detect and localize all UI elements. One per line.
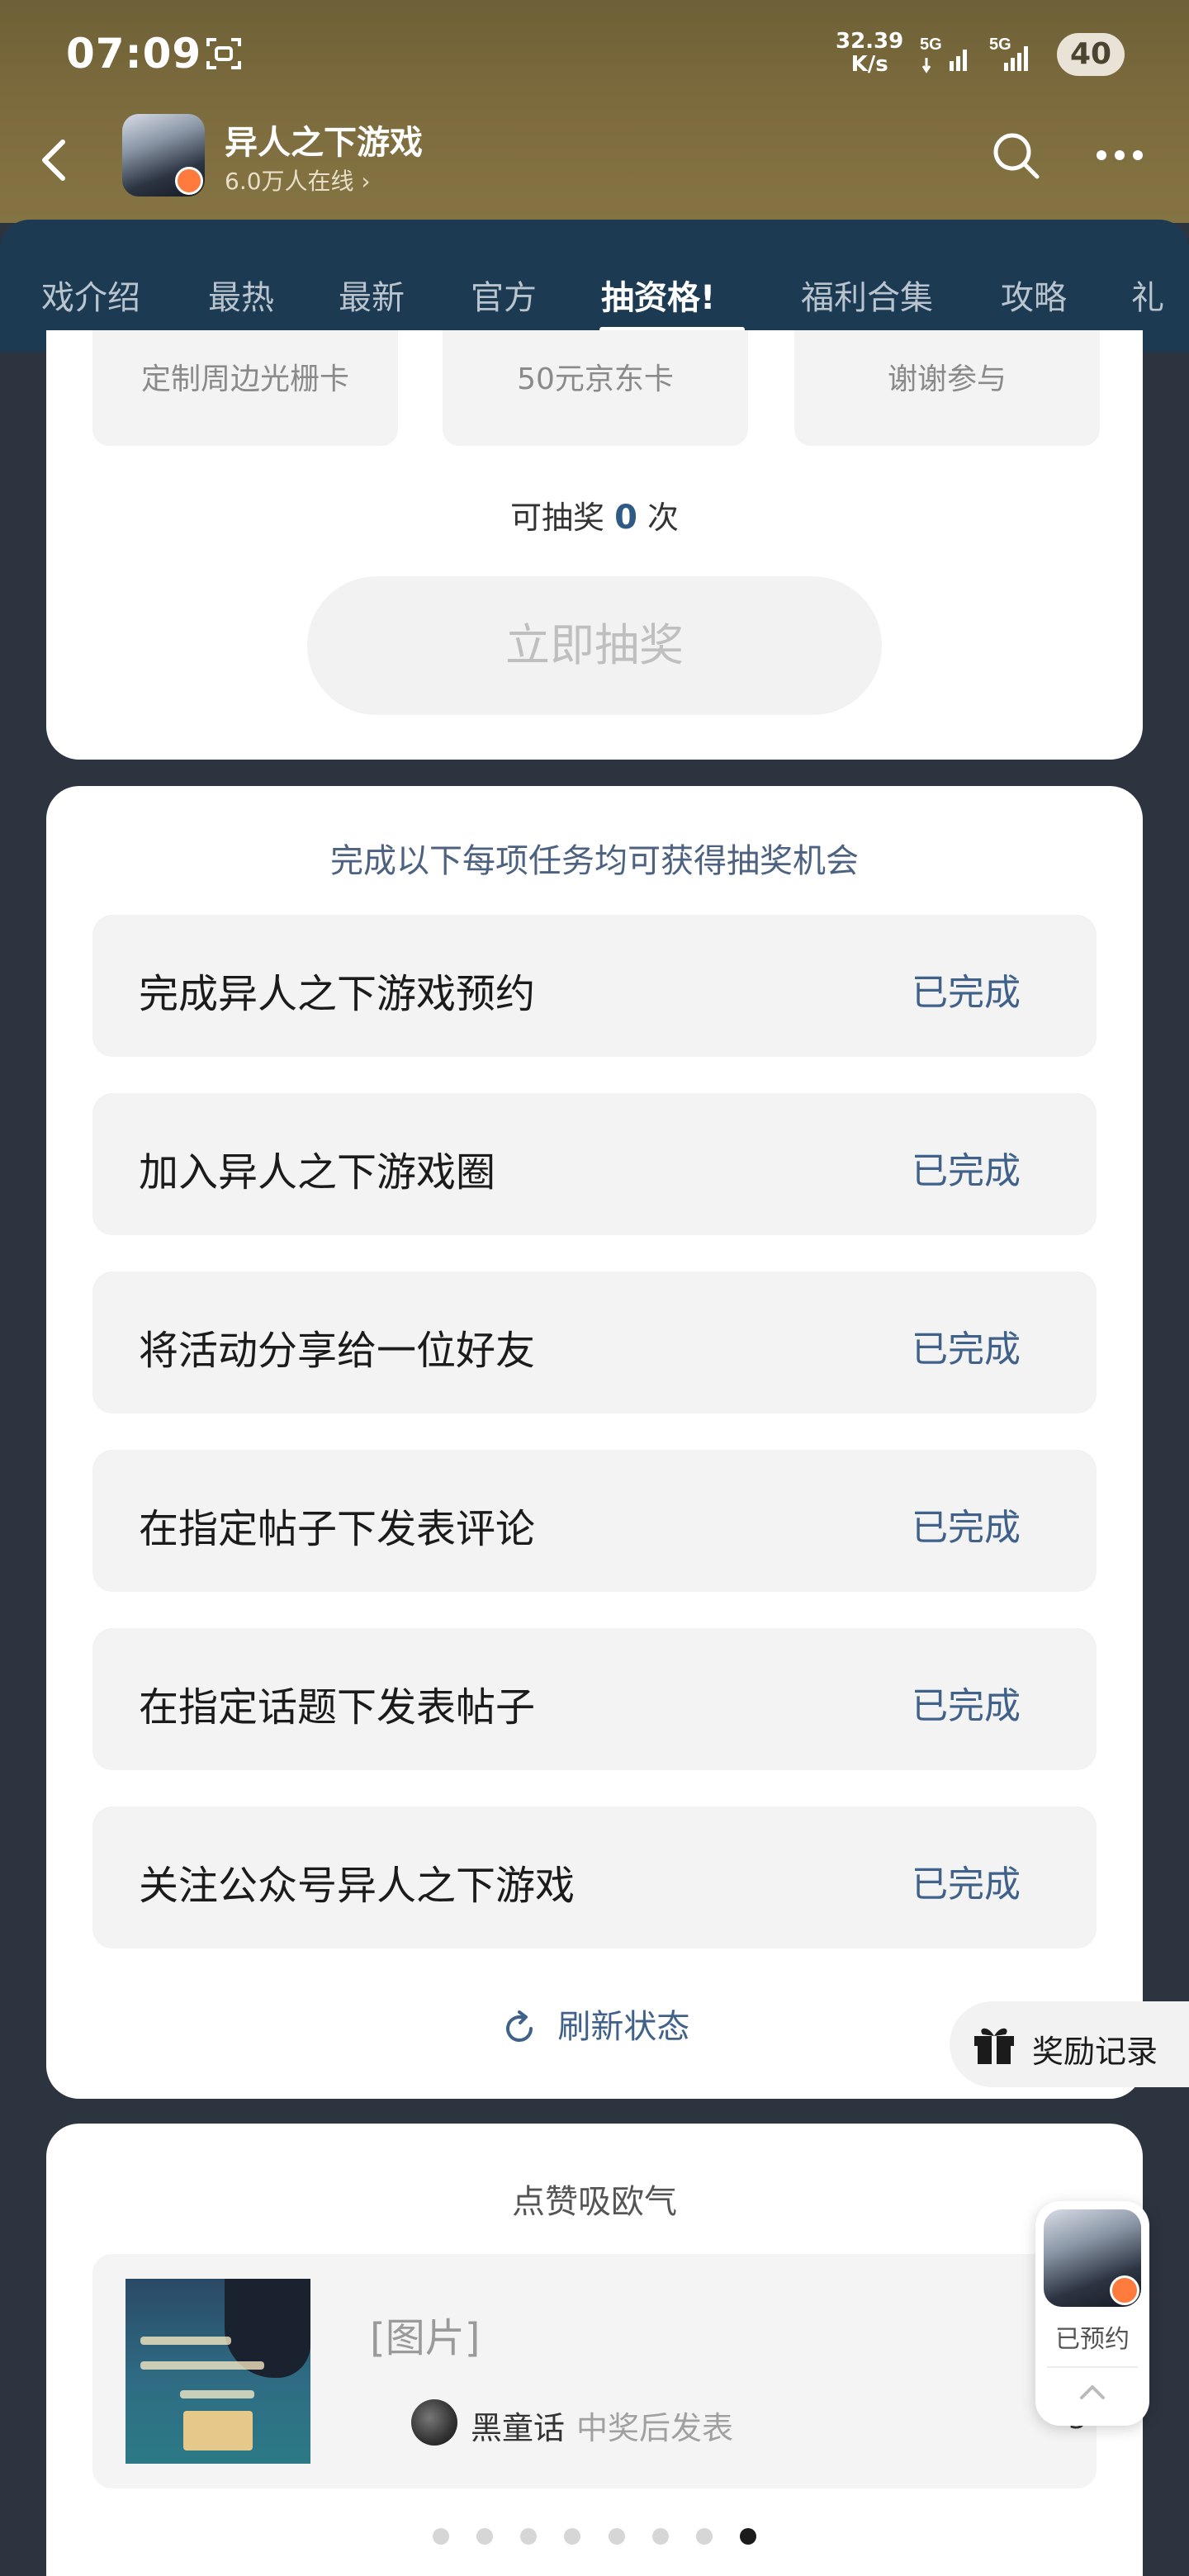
page-dot[interactable] <box>651 2528 669 2545</box>
task-status: 已完成 <box>912 1328 1021 1371</box>
tab-official[interactable]: 官方 <box>471 271 537 319</box>
tasks-title: 完成以下每项任务均可获得抽奖机会 <box>330 842 859 880</box>
thumbnail-text-line <box>180 2390 254 2398</box>
divider <box>1047 2366 1138 2368</box>
task-status: 已完成 <box>912 1150 1021 1192</box>
task-name: 关注公众号异人之下游戏 <box>139 1863 576 1909</box>
task-item[interactable]: 关注公众号异人之下游戏 已完成 <box>92 1807 1097 1949</box>
thumbnail-text-line <box>140 2361 264 2370</box>
task-name: 在指定话题下发表帖子 <box>139 1684 536 1731</box>
task-name: 加入异人之下游戏圈 <box>139 1149 496 1196</box>
prize-label: 定制周边光栅卡 <box>140 362 349 396</box>
page-dot[interactable] <box>433 2528 450 2545</box>
page-dot-active[interactable] <box>739 2528 756 2545</box>
task-status: 已完成 <box>912 1507 1021 1549</box>
game-badge-icon <box>1110 2275 1139 2305</box>
author-name: 黑童话 <box>471 2410 566 2446</box>
task-name: 在指定帖子下发表评论 <box>139 1506 536 1552</box>
back-icon[interactable] <box>30 127 83 193</box>
post-note: 中奖后发表 <box>576 2410 734 2446</box>
page-title[interactable]: 异人之下游戏 <box>225 116 423 163</box>
draw-count-suffix: 次 <box>647 500 680 536</box>
top-area: 07:09 32.39 K/s 5G 5G 40 异人之下游戏 6.0万人在线 … <box>0 0 1189 223</box>
prize-item: 定制周边光栅卡 <box>92 330 398 446</box>
battery-indicator: 40 <box>1057 33 1125 76</box>
prize-item: 谢谢参与 <box>794 330 1100 446</box>
author-avatar <box>411 2399 457 2446</box>
task-status: 已完成 <box>912 972 1021 1014</box>
chevron-up-icon[interactable] <box>1072 2376 1113 2409</box>
draw-count-prefix: 可抽奖 <box>509 500 604 536</box>
task-item[interactable]: 完成异人之下游戏预约 已完成 <box>92 915 1097 1057</box>
tab-new[interactable]: 最新 <box>339 271 405 319</box>
post-thumbnail[interactable] <box>126 2279 310 2464</box>
game-badge-icon <box>175 167 203 195</box>
floating-reserve-card[interactable]: 已预约 <box>1035 2201 1149 2426</box>
tab-more[interactable]: 礼 <box>1131 271 1164 319</box>
draw-button[interactable]: 立即抽奖 <box>307 576 882 715</box>
task-item[interactable]: 将活动分享给一位好友 已完成 <box>92 1271 1097 1413</box>
draw-count: 可抽奖 0 次 <box>46 492 1143 537</box>
page-dot[interactable] <box>520 2528 538 2545</box>
lottery-card: 定制周边光栅卡 50元京东卡 谢谢参与 可抽奖 0 次 立即抽奖 <box>46 330 1143 760</box>
task-item[interactable]: 加入异人之下游戏圈 已完成 <box>92 1093 1097 1235</box>
search-icon[interactable] <box>988 127 1044 183</box>
task-item[interactable]: 在指定话题下发表帖子 已完成 <box>92 1628 1097 1770</box>
online-count[interactable]: 6.0万人在线 › <box>225 163 371 197</box>
status-bar: 07:09 32.39 K/s 5G 5G 40 <box>0 0 1189 107</box>
net-speed-value: 32.39 <box>836 29 904 54</box>
task-status: 已完成 <box>912 1863 1021 1906</box>
task-item[interactable]: 在指定帖子下发表评论 已完成 <box>92 1450 1097 1592</box>
task-name: 完成异人之下游戏预约 <box>139 971 536 1017</box>
reward-record-label: 奖励记录 <box>1032 2034 1158 2070</box>
like-card: 点赞吸欧气 [图片] 黑童话 中奖后发表 3 <box>46 2124 1143 2576</box>
task-status: 已完成 <box>912 1685 1021 1727</box>
post-text: [图片] <box>370 2315 481 2361</box>
page-dot[interactable] <box>476 2528 494 2545</box>
screenshot-icon <box>206 38 241 69</box>
svg-text:5G: 5G <box>989 36 1011 54</box>
signal-5g-icon: 5G <box>920 36 967 73</box>
like-section-title: 点赞吸欧气 <box>512 2183 677 2221</box>
prize-label: 50元京东卡 <box>517 362 674 396</box>
tab-hot[interactable]: 最热 <box>208 271 274 319</box>
draw-count-value: 0 <box>614 499 637 537</box>
pagination-dots <box>46 2528 1143 2548</box>
tab-intro[interactable]: 戏介绍 <box>41 271 140 319</box>
prize-label: 谢谢参与 <box>887 362 1007 396</box>
task-name: 将活动分享给一位好友 <box>139 1328 536 1374</box>
tab-guide[interactable]: 攻略 <box>1001 271 1067 319</box>
refresh-label: 刷新状态 <box>557 2008 690 2046</box>
page-dot[interactable] <box>608 2528 625 2545</box>
page-dot[interactable] <box>564 2528 581 2545</box>
reward-record-button[interactable]: 奖励记录 <box>950 2001 1189 2087</box>
thumbnail-gold-badge <box>183 2411 253 2451</box>
more-icon[interactable] <box>1092 127 1148 183</box>
reserved-label: 已预约 <box>1055 2325 1130 2354</box>
svg-text:5G: 5G <box>920 36 942 54</box>
post-item[interactable]: [图片] 黑童话 中奖后发表 3 <box>92 2254 1097 2488</box>
thumbnail-text-line <box>140 2337 231 2345</box>
refresh-icon <box>505 2010 533 2042</box>
gift-icon <box>974 2028 1014 2064</box>
status-time: 07:09 <box>66 30 202 78</box>
tab-lottery[interactable]: 抽资格! <box>601 271 715 319</box>
app-header: 异人之下游戏 6.0万人在线 › <box>0 107 1189 215</box>
net-speed: 32.39 K/s <box>836 30 903 76</box>
net-speed-unit: K/s <box>850 52 888 77</box>
page-dot[interactable] <box>695 2528 713 2545</box>
game-avatar[interactable] <box>122 114 205 197</box>
game-avatar-small <box>1044 2209 1141 2307</box>
signal-5g-icon-2: 5G <box>989 36 1028 71</box>
tasks-card: 完成以下每项任务均可获得抽奖机会 完成异人之下游戏预约 已完成 加入异人之下游戏… <box>46 786 1143 2099</box>
tab-welfare[interactable]: 福利合集 <box>801 271 933 319</box>
prize-item: 50元京东卡 <box>443 330 748 446</box>
